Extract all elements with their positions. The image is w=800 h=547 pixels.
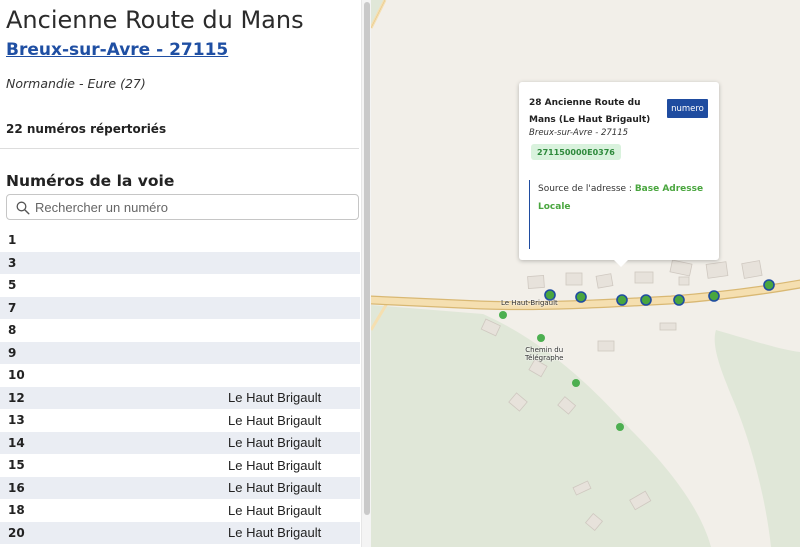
panel-scrollbar[interactable] [361,0,371,547]
building [634,271,654,284]
scrollbar-thumb[interactable] [364,2,370,515]
commune-link[interactable]: Breux-sur-Avre - 27115 [6,40,228,60]
number-locality: Le Haut Brigault [228,435,322,451]
building [659,322,677,331]
building [565,272,583,286]
number-row[interactable]: 7 [0,296,360,319]
number-value: 9 [8,345,17,360]
address-code-badge: 271150000E0376 [531,144,621,160]
number-row[interactable]: 3 [0,251,360,274]
number-locality: Le Haut Brigault [228,412,322,428]
number-row[interactable]: 14 Le Haut Brigault [0,431,360,454]
region-text: Normandie - Eure (27) [6,76,146,91]
number-value: 10 [8,368,25,383]
address-marker[interactable] [673,294,685,306]
number-row[interactable]: 10 [0,364,360,387]
address-source: Source de l'adresse : Base Adresse Local… [529,180,711,249]
number-value: 20 [8,525,25,540]
building [597,340,615,352]
type-badge: numero [667,99,708,118]
number-locality: Le Haut Brigault [228,390,322,406]
number-row[interactable]: 1 [0,229,360,252]
address-point[interactable] [572,379,580,387]
numbers-section-title: Numéros de la voie [6,172,175,190]
address-panel: Ancienne Route du Mans Breux-sur-Avre - … [0,0,371,547]
popup-commune: Breux-sur-Avre - 27115 [529,128,629,138]
number-locality: Le Haut Brigault [228,502,322,518]
source-label: Source de l'adresse : [538,184,632,194]
building [678,276,690,286]
address-marker[interactable] [708,290,720,302]
number-row[interactable]: 20 Le Haut Brigault [0,521,360,544]
chemin-label-line1: Chemin du [525,346,564,354]
number-value: 14 [8,435,25,450]
number-row[interactable]: 15 Le Haut Brigault [0,454,360,477]
number-value: 1 [8,233,17,248]
number-value: 7 [8,300,17,315]
numbers-count: 22 numéros répertoriés [6,122,167,136]
building [741,260,763,279]
building [595,273,614,289]
number-value: 15 [8,458,25,473]
number-value: 5 [8,278,17,293]
building [527,275,545,289]
address-marker[interactable] [763,279,775,291]
number-locality: Le Haut Brigault [228,525,322,541]
number-row[interactable]: 9 [0,341,360,364]
chemin-label: Chemin du Télégraphe [525,346,563,362]
building [669,259,693,277]
address-point[interactable] [616,423,624,431]
number-value: 16 [8,480,25,495]
address-marker[interactable] [616,294,628,306]
number-value: 13 [8,413,25,428]
road-label: Le Haut-Brigault [501,299,558,307]
number-locality: Le Haut Brigault [228,480,322,496]
address-point[interactable] [499,311,507,319]
divider [0,148,359,149]
number-search-field[interactable] [6,194,359,220]
number-value: 18 [8,503,25,518]
popup-title: 28 Ancienne Route du Mans (Le Haut Briga… [529,98,651,125]
number-row[interactable]: 12 Le Haut Brigault [0,386,360,409]
number-locality: Le Haut Brigault [228,457,322,473]
field-area [714,330,800,547]
address-marker[interactable] [640,294,652,306]
address-marker[interactable] [575,291,587,303]
number-value: 3 [8,255,17,270]
number-value: 8 [8,323,17,338]
number-row[interactable]: 13 Le Haut Brigault [0,409,360,432]
number-row[interactable]: 8 [0,319,360,342]
address-popup: 28 Ancienne Route du Mans (Le Haut Briga… [519,82,719,260]
number-row[interactable]: 18 Le Haut Brigault [0,499,360,522]
search-icon [16,200,30,215]
address-point[interactable] [537,334,545,342]
street-title: Ancienne Route du Mans [6,6,304,34]
chemin-label-line2: Télégraphe [525,354,564,362]
map-view[interactable]: Le Haut-Brigault Chemin du Télégraphe 28… [371,0,800,547]
numbers-list: 1 3 5 7 8 9 10 12 Le Haut Brigault 13 Le Haut Brig… [0,229,360,544]
number-row[interactable]: 5 [0,274,360,297]
search-input[interactable] [35,199,335,215]
number-row[interactable]: 16 Le Haut Brigault [0,476,360,499]
building [705,261,729,279]
popup-tip [612,258,630,267]
number-value: 12 [8,390,25,405]
